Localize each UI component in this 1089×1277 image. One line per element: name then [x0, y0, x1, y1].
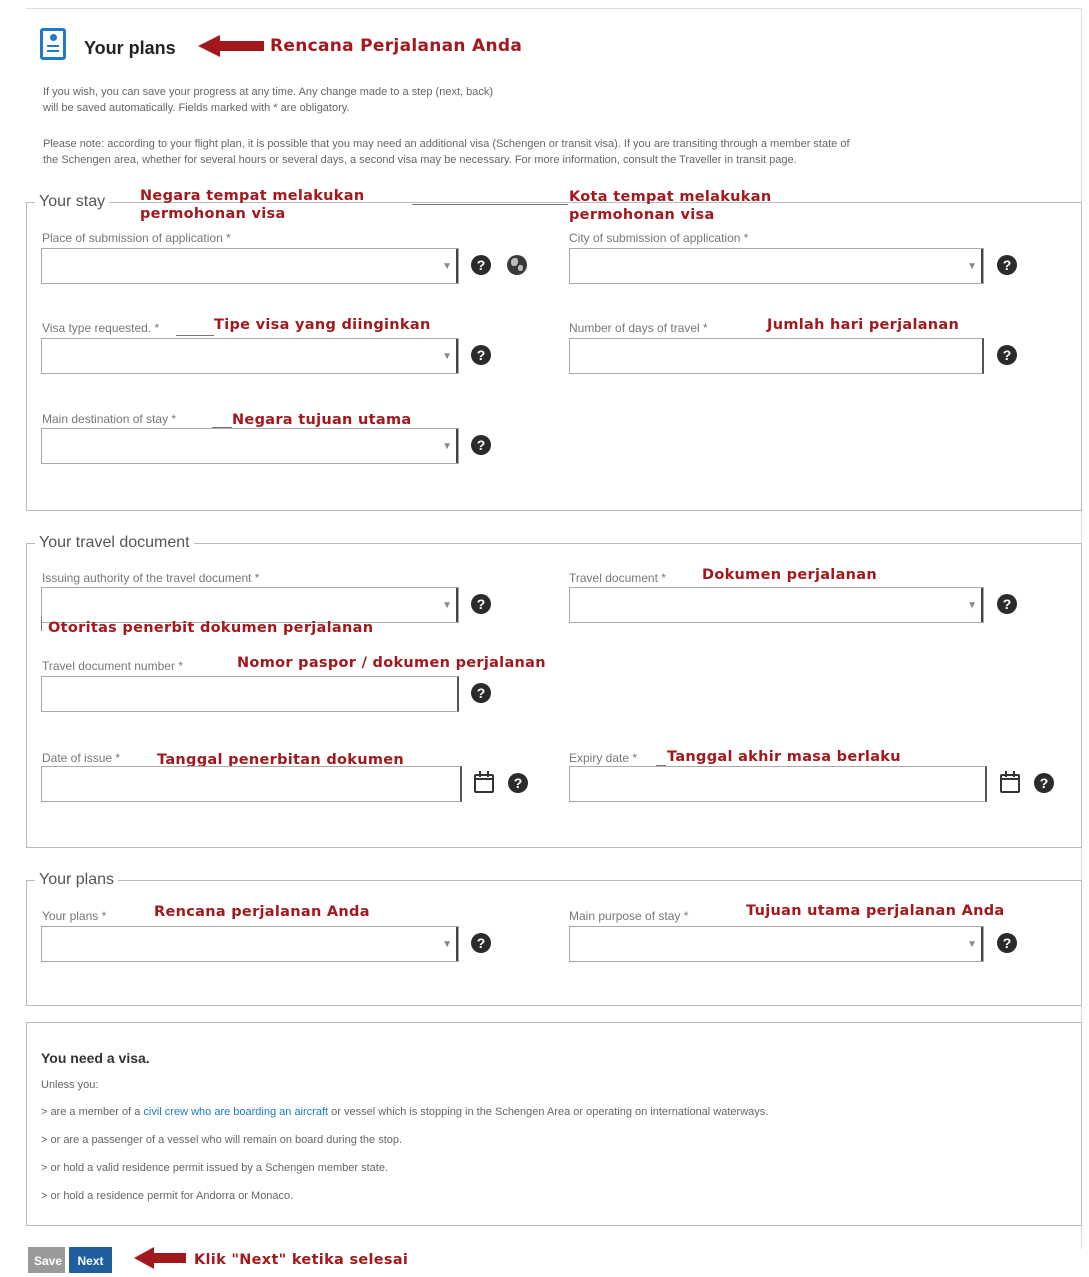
visa-condition-3: > or hold a valid residence permit issue…: [41, 1162, 388, 1174]
plans-label: Your plans *: [42, 909, 107, 923]
city-annotation-2: permohonan visa: [569, 207, 715, 223]
intro-note-2: the Schengen area, whether for several h…: [43, 154, 797, 166]
place-label: Place of submission of application *: [42, 231, 231, 245]
doc-number-input[interactable]: [41, 676, 459, 712]
help-icon[interactable]: ?: [997, 933, 1017, 953]
page-title: Your plans: [84, 38, 176, 58]
save-button[interactable]: Save: [28, 1247, 65, 1273]
arrow-left-icon: [198, 35, 264, 57]
destination-label: Main destination of stay *: [42, 412, 177, 426]
help-icon[interactable]: ?: [471, 435, 491, 455]
arrow-left-icon: [134, 1247, 186, 1269]
authority-label: Issuing authority of the travel document…: [42, 571, 260, 585]
purpose-label: Main purpose of stay *: [569, 909, 689, 923]
plans-select[interactable]: ▼: [41, 926, 459, 962]
expiry-date-annotation: Tanggal akhir masa berlaku: [667, 749, 901, 765]
your-stay-legend: Your stay: [39, 193, 106, 210]
help-icon[interactable]: ?: [471, 345, 491, 365]
visa-condition-4: > or hold a residence permit for Andorra…: [41, 1190, 294, 1202]
doc-type-annotation: Dokumen perjalanan: [702, 567, 877, 583]
travel-document-legend: Your travel document: [39, 534, 190, 551]
calendar-icon[interactable]: [474, 771, 494, 793]
destination-annotation: Negara tujuan utama: [232, 412, 412, 428]
plans-annotation: Rencana perjalanan Anda: [154, 904, 370, 920]
document-icon: [40, 28, 66, 60]
days-annotation: Jumlah hari perjalanan: [767, 317, 960, 333]
help-icon[interactable]: ?: [471, 683, 491, 703]
help-icon[interactable]: ?: [471, 933, 491, 953]
issue-date-input[interactable]: [41, 766, 462, 802]
visa-condition-2: > or are a passenger of a vessel who wil…: [41, 1134, 403, 1146]
next-annotation: Klik "Next" ketika selesai: [194, 1252, 409, 1268]
help-icon[interactable]: ?: [471, 594, 491, 614]
visa-title: You need a visa.: [41, 1050, 150, 1066]
civil-crew-link[interactable]: civil crew who are boarding an aircraft: [143, 1106, 328, 1118]
help-icon[interactable]: ?: [997, 255, 1017, 275]
city-annotation-1: Kota tempat melakukan: [569, 189, 772, 205]
visa-type-annotation: Tipe visa yang diinginkan: [214, 317, 431, 333]
authority-select[interactable]: ▼: [41, 587, 459, 623]
doc-number-label: Travel document number *: [42, 659, 183, 673]
city-select[interactable]: ▼: [569, 248, 984, 284]
doc-number-annotation: Nomor paspor / dokumen perjalanan: [237, 655, 546, 671]
place-select[interactable]: ▼: [41, 248, 459, 284]
visa-condition-1: > are a member of a civil crew who are b…: [41, 1106, 769, 1118]
doc-type-label: Travel document *: [569, 571, 666, 585]
help-icon[interactable]: ?: [1034, 773, 1054, 793]
days-input[interactable]: [569, 338, 984, 374]
help-icon[interactable]: ?: [508, 773, 528, 793]
visa-type-label: Visa type requested. *: [42, 321, 160, 335]
days-label: Number of days of travel *: [569, 321, 708, 335]
expiry-date-label: Expiry date *: [569, 751, 638, 765]
destination-select[interactable]: ▼: [41, 428, 459, 464]
help-icon[interactable]: ?: [471, 255, 491, 275]
title-annotation: Rencana Perjalanan Anda: [270, 36, 523, 56]
intro-line-2: will be saved automatically. Fields mark…: [43, 102, 350, 114]
globe-icon[interactable]: [507, 255, 527, 275]
place-annotation-2: permohonan visa: [140, 206, 286, 222]
expiry-date-input[interactable]: [569, 766, 987, 802]
calendar-icon[interactable]: [1000, 771, 1020, 793]
your-plans-legend: Your plans: [39, 871, 115, 888]
place-annotation-1: Negara tempat melakukan: [140, 188, 365, 204]
purpose-annotation: Tujuan utama perjalanan Anda: [746, 903, 1005, 919]
issue-date-label: Date of issue *: [42, 751, 121, 765]
intro-line-1: If you wish, you can save your progress …: [43, 86, 494, 98]
city-label: City of submission of application *: [569, 231, 749, 245]
help-icon[interactable]: ?: [997, 594, 1017, 614]
next-button[interactable]: Next: [69, 1247, 112, 1273]
authority-annotation: Otoritas penerbit dokumen perjalanan: [48, 620, 374, 636]
intro-note-1: Please note: according to your flight pl…: [43, 138, 850, 150]
visa-type-select[interactable]: ▼: [41, 338, 459, 374]
doc-type-select[interactable]: ▼: [569, 587, 984, 623]
purpose-select[interactable]: ▼: [569, 926, 984, 962]
visa-unless: Unless you:: [41, 1079, 99, 1091]
help-icon[interactable]: ?: [997, 345, 1017, 365]
